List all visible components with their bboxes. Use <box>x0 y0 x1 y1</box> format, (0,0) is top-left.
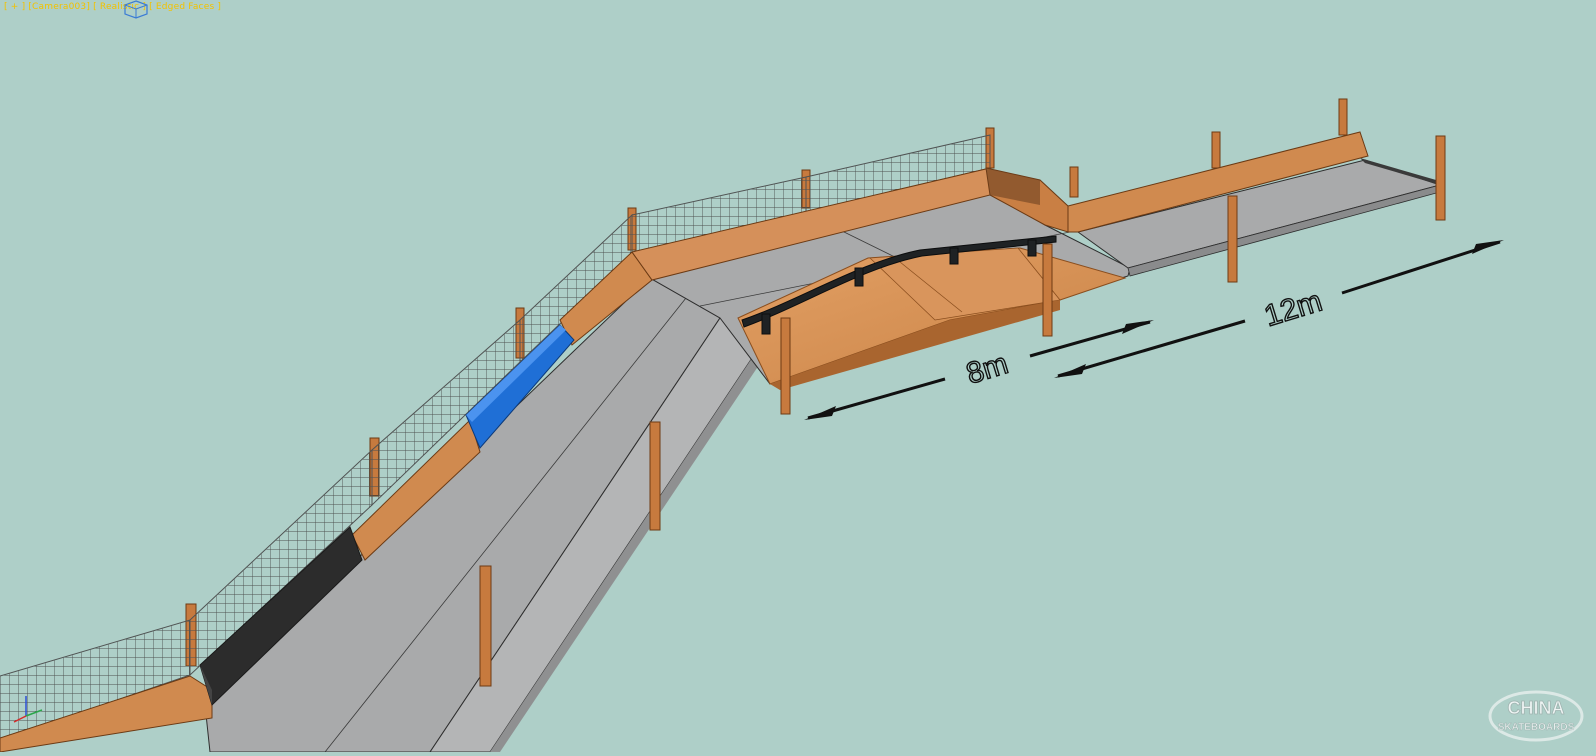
3d-viewport[interactable]: 8m 12m [ + ] [Camera003] [ Realistic ] [… <box>0 0 1596 753</box>
viewcube-icon[interactable] <box>123 0 149 24</box>
dimension-label-12m: 12m <box>1260 285 1325 334</box>
axis-gizmo-icon <box>8 692 48 730</box>
china-skateboards-logo: CHINA SKATEBOARDS <box>1486 688 1586 748</box>
dimension-label-8m: 8m <box>962 347 1012 391</box>
dimension-labels: 8m 12m <box>962 284 1327 392</box>
viewport-label[interactable]: [ + ] [Camera003] [ Realistic ] [ Edged … <box>4 2 221 12</box>
logo-line-2: SKATEBOARDS <box>1498 722 1575 733</box>
logo-line-1: CHINA <box>1508 698 1565 718</box>
